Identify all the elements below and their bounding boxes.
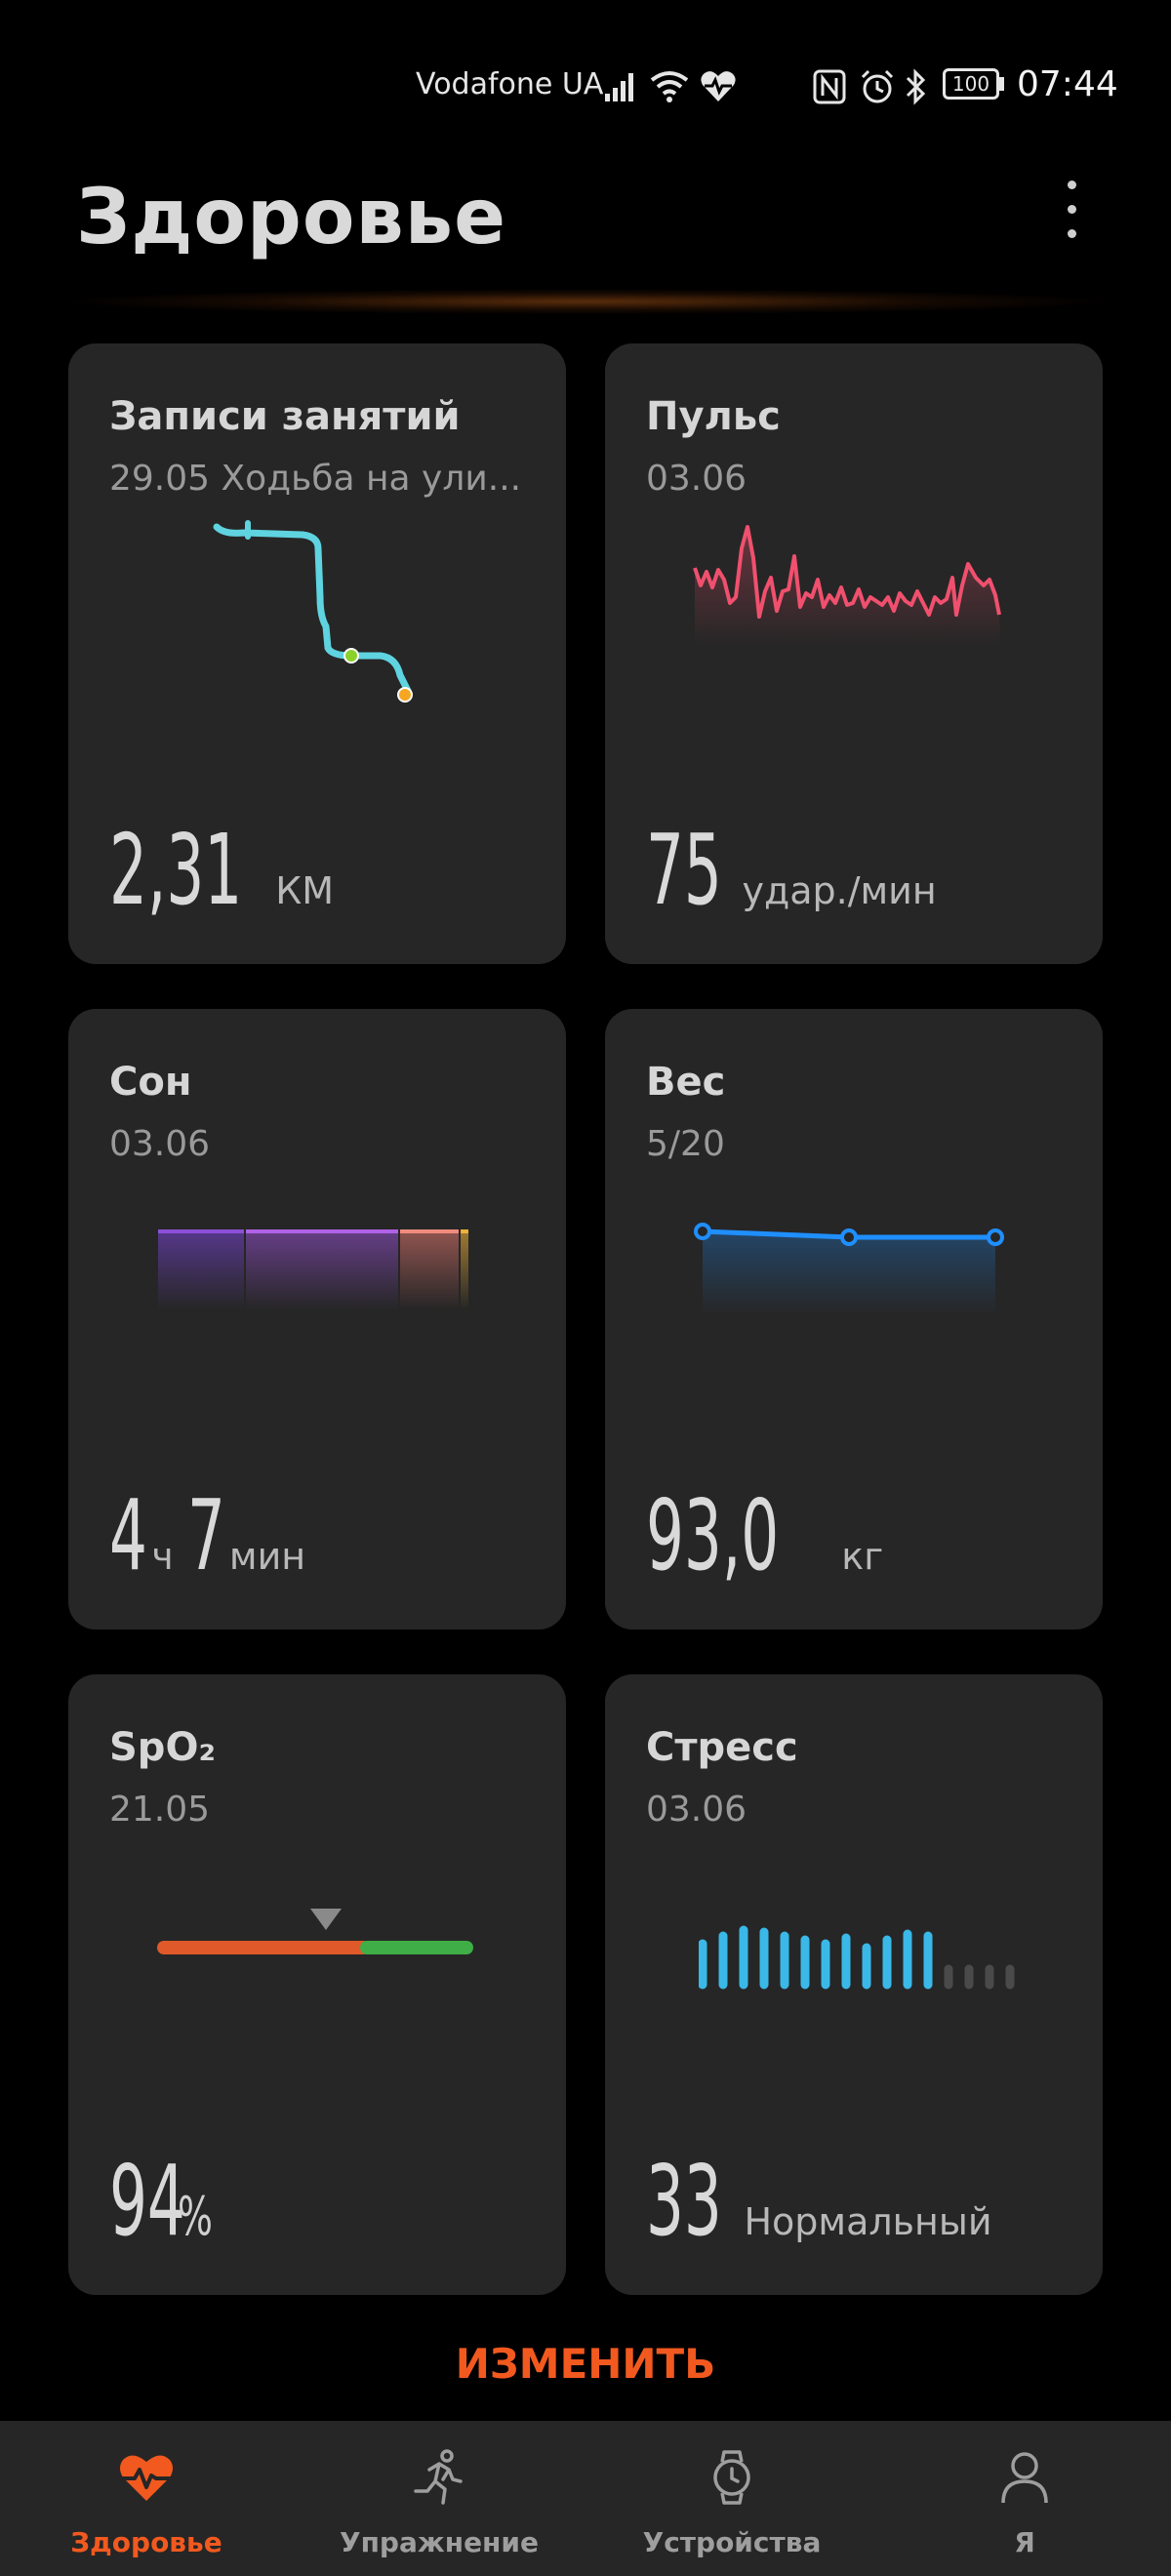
card-title: Пульс (646, 394, 781, 439)
spo2-range-bar (157, 1909, 473, 1954)
spo2-marker-icon (310, 1909, 342, 1930)
stress-value: 33 Нормальный (646, 2144, 992, 2258)
spo2-card[interactable]: SpO₂ 21.05 94% (68, 1674, 566, 2295)
card-title: Стресс (646, 1725, 798, 1770)
bluetooth-icon (906, 68, 926, 105)
spo2-value: 94% (109, 2144, 228, 2258)
edit-cards-button[interactable]: ИЗМЕНИТЬ (0, 2340, 1171, 2388)
heart-pulse-icon (120, 2455, 173, 2501)
weight-value: 93,0 кг (646, 1478, 883, 1592)
card-title: SpO₂ (109, 1725, 216, 1770)
sleep-rem-segment (400, 1231, 459, 1309)
sleep-minutes: 7 (186, 1478, 225, 1592)
bpm-value: 75 (646, 813, 722, 927)
sleep-hours-unit: ч (151, 1535, 174, 1578)
person-icon (1001, 2452, 1048, 2504)
more-options-button[interactable] (1054, 181, 1089, 249)
nav-item-exercise[interactable]: Упражнение (293, 2421, 586, 2576)
wifi-icon (650, 71, 689, 102)
bottom-navigation: Здоровье Упражнение Устройства Я (0, 2421, 1171, 2576)
weight-number: 93,0 (646, 1478, 780, 1592)
sleep-light-segment (246, 1231, 398, 1309)
watch-icon (713, 2450, 750, 2505)
more-dot (1067, 229, 1076, 238)
status-bar: Vodafone UA 100 07:44 (0, 59, 1171, 117)
heart-rate-card[interactable]: Пульс 03.06 75 удар./мин (605, 343, 1103, 964)
sleep-rem-line (400, 1229, 459, 1233)
stress-number: 33 (646, 2144, 722, 2258)
route-start-point (343, 648, 359, 664)
activity-value: 2,31 КМ (109, 813, 334, 927)
clock: 07:44 (1017, 64, 1118, 104)
weight-graph (694, 1223, 1004, 1315)
sleep-stages-graph (158, 1229, 468, 1309)
battery-tip (999, 77, 1004, 91)
bpm-unit: удар./мин (742, 869, 937, 912)
card-subtitle: 21.05 (109, 1790, 211, 1830)
alarm-icon (861, 69, 894, 103)
weight-card[interactable]: Вес 5/20 93,0 кг (605, 1009, 1103, 1630)
nav-label: Здоровье (70, 2526, 222, 2558)
nav-label: Упражнение (339, 2526, 540, 2558)
weight-point (987, 1228, 1004, 1246)
spo2-percent: 94 (109, 2144, 185, 2258)
battery-icon: 100 (943, 68, 999, 100)
nav-label: Я (1014, 2526, 1035, 2558)
carrier-name: Vodafone UA (416, 67, 604, 101)
weight-point (694, 1223, 711, 1240)
nav-item-me[interactable]: Я (878, 2421, 1171, 2576)
running-icon (414, 2449, 463, 2505)
card-subtitle: 5/20 (646, 1124, 725, 1164)
sleep-deep-segment (158, 1231, 244, 1309)
sleep-awake-line (461, 1229, 468, 1233)
nav-label: Устройства (642, 2526, 822, 2558)
spo2-unit: % (178, 2186, 214, 2247)
route-path (213, 523, 412, 695)
distance-value: 2,31 (109, 813, 243, 927)
weight-point (840, 1228, 858, 1246)
sleep-hours: 4 (109, 1478, 147, 1592)
stress-level: Нормальный (744, 2200, 992, 2243)
more-dot (1067, 205, 1076, 214)
header-glow-divider (68, 289, 1103, 314)
more-vertical-icon (1067, 181, 1076, 189)
nav-item-health[interactable]: Здоровье (0, 2421, 293, 2576)
nav-item-devices[interactable]: Устройства (586, 2421, 878, 2576)
route-end-point (397, 687, 413, 703)
card-subtitle: 03.06 (646, 1790, 747, 1830)
sleep-light-line (246, 1229, 398, 1233)
heart-rate-value: 75 удар./мин (646, 813, 937, 927)
page-title: Здоровье (76, 174, 506, 262)
card-title: Вес (646, 1060, 726, 1105)
sleep-card[interactable]: Сон 03.06 4 ч 7 мин (68, 1009, 566, 1630)
health-heart-icon (701, 71, 736, 101)
card-title: Записи занятий (109, 394, 461, 439)
stress-card[interactable]: Стресс 03.06 33 Нормальный (605, 1674, 1103, 2295)
heart-rate-graph (693, 525, 1001, 646)
sleep-minutes-unit: мин (228, 1535, 306, 1578)
sleep-deep-line (158, 1229, 244, 1233)
stress-bars-graph (699, 1925, 1015, 1990)
card-subtitle: 03.06 (109, 1124, 211, 1164)
route-map (213, 520, 413, 703)
sleep-awake-segment (461, 1231, 468, 1309)
weight-unit: кг (841, 1535, 884, 1578)
distance-unit: КМ (275, 869, 335, 912)
battery-level: 100 (951, 72, 990, 96)
card-title: Сон (109, 1060, 192, 1105)
activity-records-card[interactable]: Записи занятий 29.05 Ходьба на ули... 2,… (68, 343, 566, 964)
sleep-value: 4 ч 7 мин (109, 1478, 305, 1592)
nfc-icon (813, 69, 846, 104)
signal-icon (605, 73, 633, 101)
card-subtitle: 29.05 Ходьба на ули... (109, 459, 522, 499)
card-subtitle: 03.06 (646, 459, 747, 499)
